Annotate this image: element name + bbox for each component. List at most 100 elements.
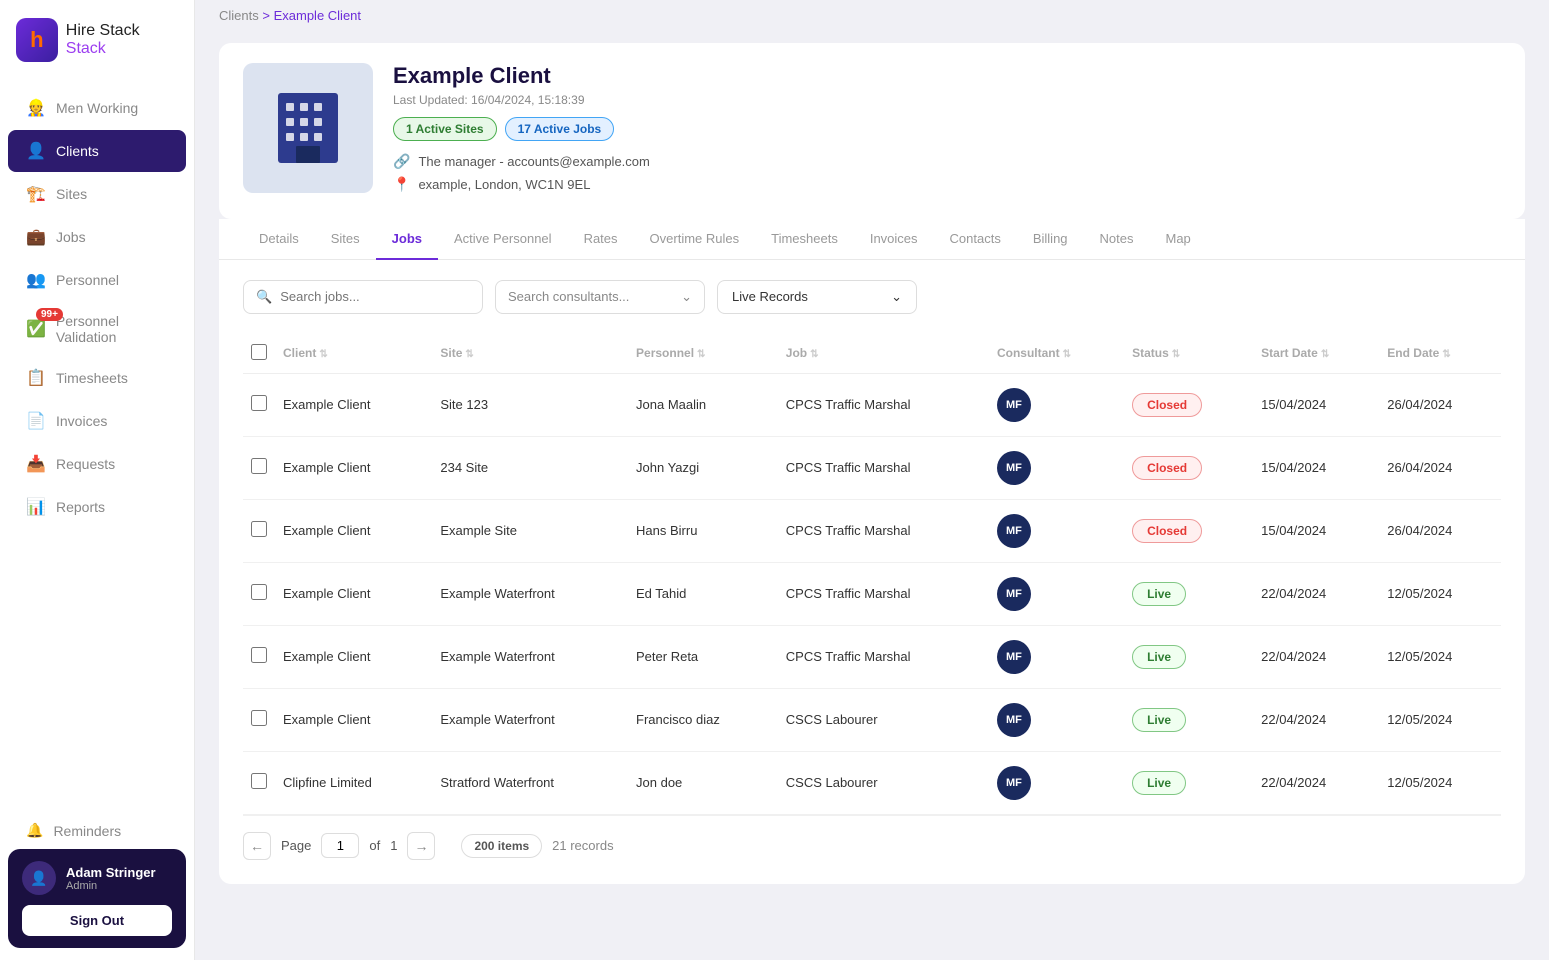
row-checkbox-2[interactable] [251, 521, 267, 537]
client-header: Example Client Last Updated: 16/04/2024,… [219, 43, 1525, 219]
filter-row: 🔍 Search consultants... ⌄ Live Records ⌄ [243, 280, 1501, 314]
consultant-avatar: MF [997, 577, 1031, 611]
tab-map[interactable]: Map [1150, 219, 1207, 260]
sign-out-button[interactable]: Sign Out [22, 905, 172, 936]
cell-end-date: 26/04/2024 [1379, 373, 1501, 436]
tab-active-personnel[interactable]: Active Personnel [438, 219, 568, 260]
tab-rates[interactable]: Rates [568, 219, 634, 260]
tab-timesheets[interactable]: Timesheets [755, 219, 854, 260]
client-contact-text: The manager - accounts@example.com [418, 154, 649, 169]
sidebar-item-personnel[interactable]: 👥 Personnel [8, 259, 186, 301]
sidebar-label-jobs: Jobs [56, 229, 86, 245]
col-personnel: Personnel⇅ [628, 334, 778, 374]
client-logo [243, 63, 373, 193]
cell-client: Example Client [275, 373, 432, 436]
sort-status-icon[interactable]: ⇅ [1172, 349, 1180, 360]
personnel-validation-badge: 99+ [36, 308, 63, 321]
page-number-input[interactable] [321, 833, 359, 858]
records-count: 21 records [552, 838, 613, 853]
row-checkbox-1[interactable] [251, 458, 267, 474]
tab-notes[interactable]: Notes [1084, 219, 1150, 260]
content-area: Example Client Last Updated: 16/04/2024,… [195, 31, 1549, 960]
prev-page-button[interactable]: ← [243, 832, 271, 860]
tab-billing[interactable]: Billing [1017, 219, 1084, 260]
tab-contacts[interactable]: Contacts [934, 219, 1017, 260]
sidebar-item-clients[interactable]: 👤 Clients [8, 130, 186, 172]
sidebar-item-invoices[interactable]: 📄 Invoices [8, 400, 186, 442]
row-checkbox-6[interactable] [251, 773, 267, 789]
client-last-updated: Last Updated: 16/04/2024, 15:18:39 [393, 93, 1501, 107]
sidebar-label-invoices: Invoices [56, 413, 107, 429]
sort-site-icon[interactable]: ⇅ [465, 349, 473, 360]
next-page-button[interactable]: → [407, 832, 435, 860]
sidebar-item-timesheets[interactable]: 📋 Timesheets [8, 357, 186, 399]
status-badge: Live [1132, 771, 1186, 795]
consultant-select[interactable]: Search consultants... ⌄ [495, 280, 705, 314]
sort-consultant-icon[interactable]: ⇅ [1063, 349, 1071, 360]
sort-start-icon[interactable]: ⇅ [1321, 349, 1329, 360]
client-name: Example Client [393, 63, 1501, 89]
sidebar-item-reminders[interactable]: 🔔 Reminders [8, 812, 186, 849]
table-row: Example Client 234 Site John Yazgi CPCS … [243, 436, 1501, 499]
app-logo-icon: h [16, 18, 58, 62]
consultant-avatar: MF [997, 640, 1031, 674]
breadcrumb-parent[interactable]: Clients [219, 8, 259, 23]
active-jobs-badge: 17 Active Jobs [505, 117, 615, 141]
cell-job: CPCS Traffic Marshal [778, 436, 989, 499]
search-input[interactable] [280, 289, 470, 304]
sort-end-icon[interactable]: ⇅ [1442, 349, 1450, 360]
cell-site: Example Site [432, 499, 628, 562]
cell-end-date: 26/04/2024 [1379, 499, 1501, 562]
cell-personnel: Jona Maalin [628, 373, 778, 436]
user-role: Admin [66, 880, 156, 892]
sidebar-item-requests[interactable]: 📥 Requests [8, 443, 186, 485]
record-filter-select[interactable]: Live Records ⌄ [717, 280, 917, 314]
cell-end-date: 12/05/2024 [1379, 751, 1501, 814]
cell-site: Example Waterfront [432, 562, 628, 625]
sort-client-icon[interactable]: ⇅ [319, 349, 327, 360]
sidebar-item-jobs[interactable]: 💼 Jobs [8, 216, 186, 258]
sidebar-label-personnel-validation: Personnel Validation [56, 313, 168, 345]
logo-hire: Hire Stack [66, 22, 140, 39]
tab-jobs[interactable]: Jobs [376, 219, 438, 260]
cell-job: CSCS Labourer [778, 688, 989, 751]
table-row: Example Client Example Waterfront Peter … [243, 625, 1501, 688]
sidebar-item-reports[interactable]: 📊 Reports [8, 486, 186, 528]
cell-job: CPCS Traffic Marshal [778, 499, 989, 562]
sidebar-item-personnel-validation[interactable]: 99+ ✅ Personnel Validation [8, 302, 186, 356]
sidebar-label-reports: Reports [56, 499, 105, 515]
cell-client: Example Client [275, 499, 432, 562]
row-checkbox-4[interactable] [251, 647, 267, 663]
select-all-checkbox[interactable] [251, 344, 267, 360]
sidebar-label-personnel: Personnel [56, 272, 119, 288]
cell-status: Closed [1124, 373, 1253, 436]
table-row: Example Client Example Waterfront Ed Tah… [243, 562, 1501, 625]
cell-site: Example Waterfront [432, 625, 628, 688]
sort-personnel-icon[interactable]: ⇅ [697, 349, 705, 360]
sidebar-item-men-working[interactable]: 👷 Men Working [8, 87, 186, 129]
sidebar-item-sites[interactable]: 🏗️ Sites [8, 173, 186, 215]
tab-invoices[interactable]: Invoices [854, 219, 934, 260]
cell-client: Example Client [275, 688, 432, 751]
row-checkbox-3[interactable] [251, 584, 267, 600]
tab-sites[interactable]: Sites [315, 219, 376, 260]
cell-job: CSCS Labourer [778, 751, 989, 814]
user-name: Adam Stringer [66, 865, 156, 880]
tab-details[interactable]: Details [243, 219, 315, 260]
row-checkbox-0[interactable] [251, 395, 267, 411]
cell-status: Closed [1124, 499, 1253, 562]
row-checkbox-5[interactable] [251, 710, 267, 726]
cell-job: CPCS Traffic Marshal [778, 373, 989, 436]
cell-site: Stratford Waterfront [432, 751, 628, 814]
cell-end-date: 12/05/2024 [1379, 625, 1501, 688]
cell-personnel: Francisco diaz [628, 688, 778, 751]
bell-icon: 🔔 [26, 822, 43, 839]
jobs-panel: 🔍 Search consultants... ⌄ Live Records ⌄ [219, 260, 1525, 884]
cell-start-date: 15/04/2024 [1253, 436, 1379, 499]
cell-site: Example Waterfront [432, 688, 628, 751]
tab-overtime-rules[interactable]: Overtime Rules [634, 219, 756, 260]
cell-start-date: 15/04/2024 [1253, 499, 1379, 562]
breadcrumb-current: Example Client [274, 8, 361, 23]
cell-consultant: MF [989, 436, 1124, 499]
sort-job-icon[interactable]: ⇅ [810, 349, 818, 360]
